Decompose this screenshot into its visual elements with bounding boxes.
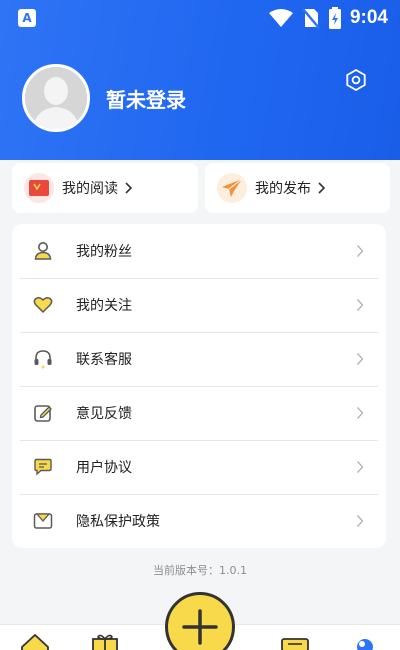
privacy-icon (32, 510, 54, 532)
status-icons: 9:04 (268, 6, 388, 30)
avatar[interactable] (22, 64, 90, 132)
my-publish-button[interactable]: 我的发布 (205, 163, 390, 213)
username-label[interactable]: 暂未登录 (106, 84, 186, 113)
heart-icon (32, 294, 54, 316)
my-reading-label: 我的阅读 (62, 181, 118, 197)
battery-icon (328, 7, 341, 29)
menu-item-label: 我的关注 (76, 298, 132, 314)
user-icon (32, 240, 54, 262)
menu-item-label: 隐私保护政策 (76, 514, 160, 530)
chevron-right-icon (356, 353, 364, 365)
chevron-right-icon (356, 407, 364, 419)
headset-icon (32, 348, 54, 370)
menu-item-privacy-policy[interactable]: 隐私保护政策 (20, 494, 378, 548)
wifi-icon (268, 9, 293, 27)
my-publish-label: 我的发布 (255, 181, 311, 197)
menu-item-feedback[interactable]: 意见反馈 (20, 386, 378, 440)
chat-icon (32, 456, 54, 478)
profile-header: A 9:04 暂未登录 (0, 0, 400, 160)
menu-item-followers[interactable]: 我的粉丝 (20, 224, 378, 278)
menu-item-following[interactable]: 我的关注 (20, 278, 378, 332)
clock: 9:04 (349, 7, 388, 28)
chevron-right-icon (356, 461, 364, 473)
default-avatar-icon (25, 67, 87, 129)
version-label: 当前版本号：1.0.1 (153, 564, 247, 577)
my-reading-button[interactable]: 我的阅读 (12, 163, 198, 213)
menu-item-label: 用户协议 (76, 460, 132, 476)
add-post-button[interactable] (165, 592, 235, 650)
plus-icon (182, 609, 218, 645)
chevron-right-icon (356, 299, 364, 311)
chevron-right-icon (125, 182, 133, 194)
status-bar: A 9:04 (0, 0, 400, 36)
chevron-right-icon (356, 515, 364, 527)
menu-item-label: 我的粉丝 (76, 244, 132, 260)
menu-item-user-agreement[interactable]: 用户协议 (20, 440, 378, 494)
chevron-right-icon (318, 182, 326, 194)
menu-item-label: 联系客服 (76, 352, 132, 368)
profile-tab-icon[interactable] (350, 633, 380, 650)
menu-item-customer-service[interactable]: 联系客服 (20, 332, 378, 386)
settings-menu: 我的粉丝 我的关注 联系客服 意见反馈 用户协议 隐私保护政策 (12, 224, 386, 548)
menu-item-label: 意见反馈 (76, 406, 132, 422)
gift-tab-icon[interactable] (90, 633, 120, 650)
edit-icon (32, 402, 54, 424)
no-sim-icon (302, 8, 320, 29)
accessibility-icon: A (18, 9, 36, 27)
settings-gear-icon[interactable] (344, 68, 368, 92)
chevron-right-icon (356, 245, 364, 257)
home-tab-icon[interactable] (20, 633, 50, 650)
message-tab-icon[interactable] (280, 633, 310, 650)
paper-plane-icon (217, 173, 247, 203)
red-envelope-icon (24, 173, 54, 203)
